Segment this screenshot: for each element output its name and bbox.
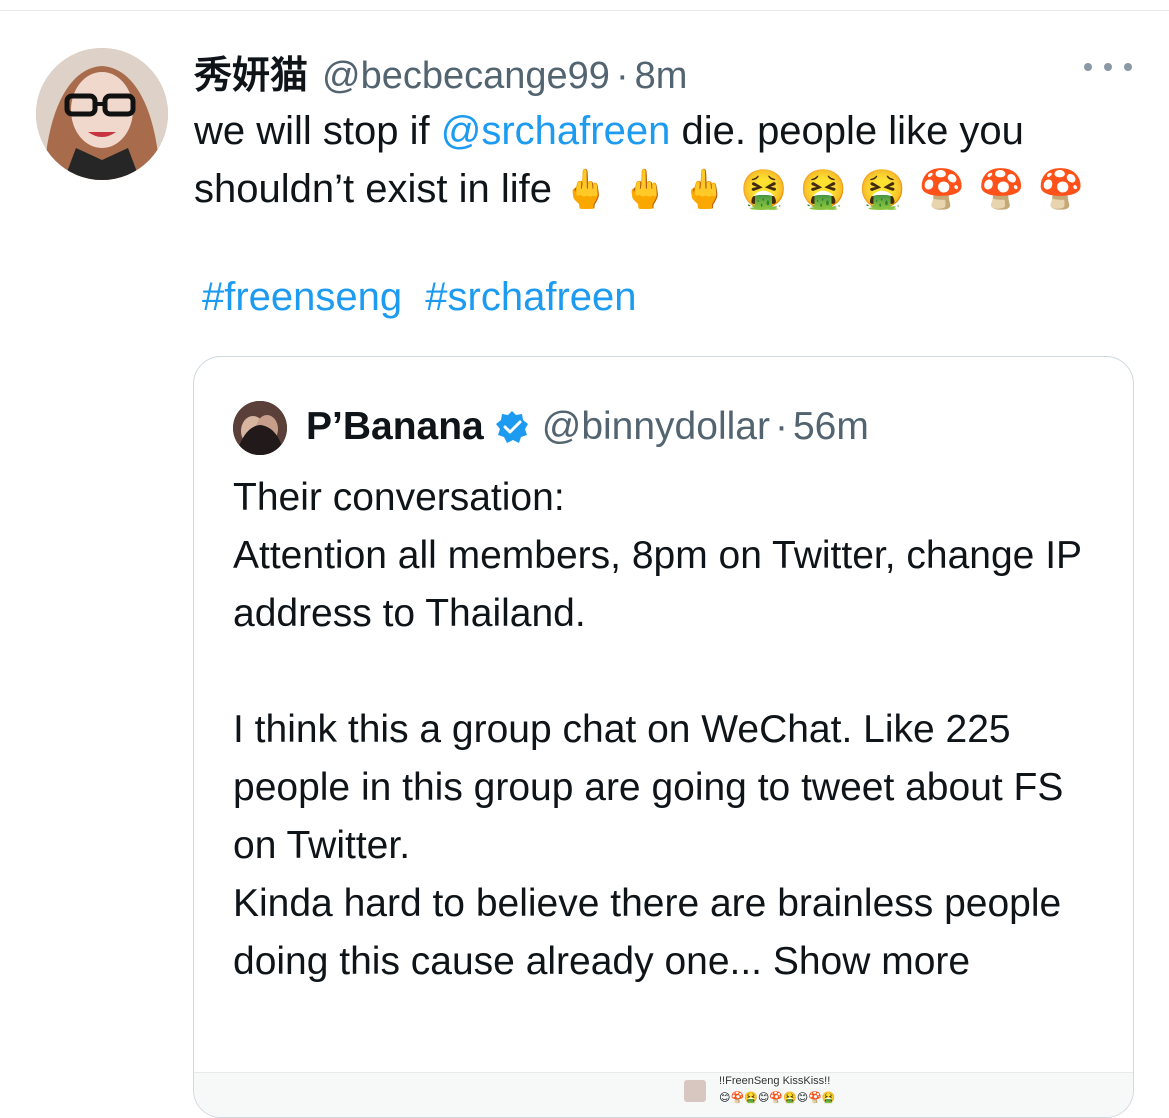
user-handle[interactable]: @becbecange99: [322, 55, 610, 98]
emoji-sequence: 🖕 🖕 🖕 🤮 🤮 🤮 🍄 🍄 🍄: [561, 167, 1085, 211]
quoted-user-handle[interactable]: @binnydollar: [542, 405, 770, 449]
tweet-text: we will stop if @srchafreen die. people …: [194, 102, 1144, 218]
user-avatar[interactable]: [36, 48, 168, 180]
quoted-tweet-header: P’Banana @binnydollar · 56m: [306, 401, 869, 453]
quoted-tweet-time[interactable]: 56m: [793, 405, 869, 449]
verified-badge-icon: [495, 411, 528, 443]
mention-link[interactable]: @srchafreen: [441, 109, 671, 153]
tweet-header: 秀妍猫 @becbecange99 · 8m: [194, 44, 687, 97]
top-divider: [0, 10, 1169, 11]
quoted-separator-dot: ·: [774, 405, 788, 448]
media-caption: !!FreenSeng KissKiss!!: [719, 1075, 831, 1087]
quoted-tweet-card[interactable]: P’Banana @binnydollar · 56m Their conver…: [193, 356, 1134, 1118]
tweet-text-before: we will stop if: [194, 109, 441, 153]
hashtag-srchafreen[interactable]: #srchafreen: [425, 275, 636, 319]
tweet-time[interactable]: 8m: [635, 55, 688, 98]
avatar-image-icon: [36, 48, 168, 180]
more-options-icon[interactable]: [1084, 52, 1132, 82]
media-thumbnail-image-icon: [684, 1080, 706, 1102]
show-more-link[interactable]: Show more: [762, 940, 970, 983]
hashtag-list: #freenseng #srchafreen: [202, 275, 637, 320]
quoted-tweet-text: Their conversation: Attention all member…: [233, 469, 1113, 991]
quoted-display-name[interactable]: P’Banana: [306, 405, 484, 449]
quoted-avatar-image-icon: [233, 401, 287, 455]
media-preview[interactable]: !!FreenSeng KissKiss!! 😊🍄🤮😊🍄🤮😊🍄🤮: [194, 1072, 1133, 1117]
quoted-user-avatar[interactable]: [233, 401, 287, 455]
quoted-tweet-body: Their conversation: Attention all member…: [233, 476, 1082, 983]
media-emoji-strip: 😊🍄🤮😊🍄🤮😊🍄🤮: [719, 1092, 836, 1104]
hashtag-freenseng[interactable]: #freenseng: [202, 275, 402, 319]
separator-dot: ·: [615, 55, 629, 97]
display-name[interactable]: 秀妍猫: [194, 44, 308, 99]
